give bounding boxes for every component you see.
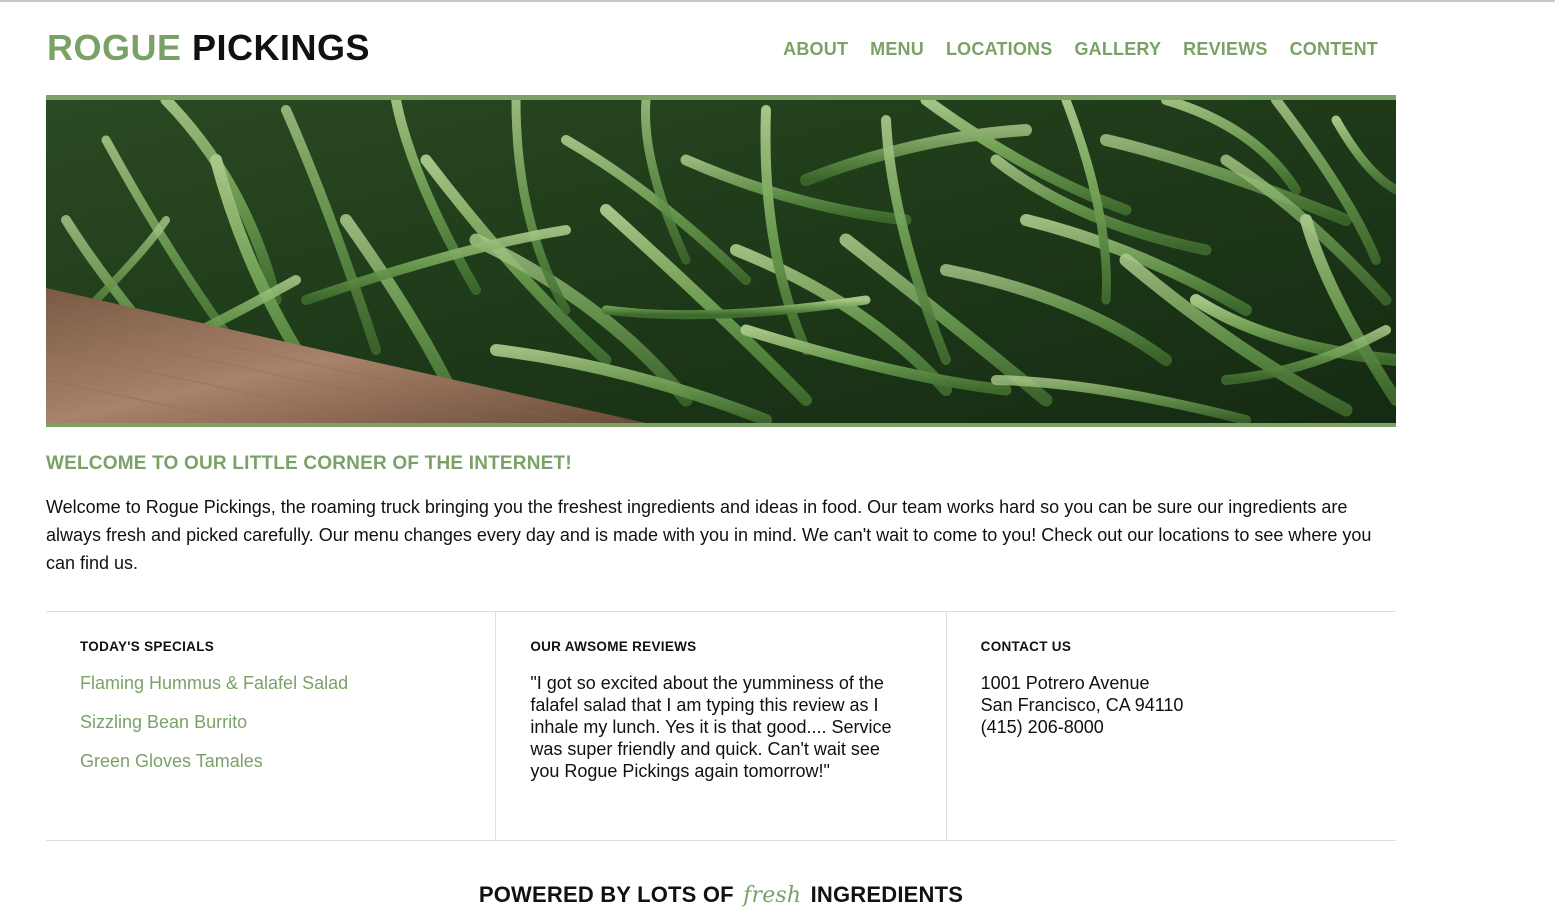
nav-menu[interactable]: MENU	[870, 38, 924, 60]
nav-locations[interactable]: LOCATIONS	[946, 38, 1052, 60]
site-logo[interactable]: ROGUE PICKINGS	[47, 28, 370, 68]
reviews-heading: OUR AWSOME REVIEWS	[530, 639, 697, 654]
reviews-column: OUR AWSOME REVIEWS "I got so excited abo…	[495, 612, 945, 840]
nav-gallery[interactable]: GALLERY	[1074, 38, 1161, 60]
info-section: TODAY'S SPECIALS Flaming Hummus & Falafe…	[46, 611, 1396, 841]
special-item[interactable]: Flaming Hummus & Falafel Salad	[80, 672, 461, 694]
footer-text-after: INGREDIENTS	[810, 882, 964, 907]
special-item[interactable]: Green Gloves Tamales	[80, 750, 461, 772]
footer-tagline: POWERED BY LOTS OF fresh INGREDIENTS	[46, 882, 1396, 908]
site-header: ROGUE PICKINGS ABOUT MENU LOCATIONS GALL…	[46, 0, 1396, 95]
page: ROGUE PICKINGS ABOUT MENU LOCATIONS GALL…	[46, 0, 1396, 908]
welcome-heading: WELCOME TO OUR LITTLE CORNER OF THE INTE…	[46, 453, 572, 474]
contact-heading: CONTACT US	[980, 639, 1072, 654]
special-item[interactable]: Sizzling Bean Burrito	[80, 711, 461, 733]
contact-column: CONTACT US 1001 Potrero Avenue San Franc…	[945, 612, 1396, 840]
logo-main-word: PICKINGS	[192, 27, 371, 68]
address-line-1: 1001 Potrero Avenue	[980, 673, 1150, 693]
footer-text-before: POWERED BY LOTS OF	[478, 882, 734, 907]
review-quote: "I got so excited about the yumminess of…	[530, 673, 892, 781]
specials-heading: TODAY'S SPECIALS	[80, 639, 215, 654]
green-beans-illustration	[46, 100, 1396, 423]
nav-reviews[interactable]: REVIEWS	[1183, 38, 1267, 60]
footer-fresh-word: fresh	[743, 883, 802, 908]
specials-list: Flaming Hummus & Falafel Salad Sizzling …	[80, 672, 461, 772]
logo-accent-word: ROGUE	[47, 27, 182, 68]
phone-number[interactable]: (415) 206-8000	[981, 716, 1362, 738]
welcome-paragraph: Welcome to Rogue Pickings, the roaming t…	[46, 497, 1372, 573]
specials-column: TODAY'S SPECIALS Flaming Hummus & Falafe…	[46, 612, 495, 840]
nav-content[interactable]: CONTENT	[1290, 38, 1378, 60]
nav-about[interactable]: ABOUT	[783, 38, 848, 60]
address-line-2: San Francisco, CA 94110	[980, 695, 1184, 715]
hero-image	[46, 95, 1396, 427]
main-nav: ABOUT MENU LOCATIONS GALLERY REVIEWS CON…	[783, 38, 1378, 60]
